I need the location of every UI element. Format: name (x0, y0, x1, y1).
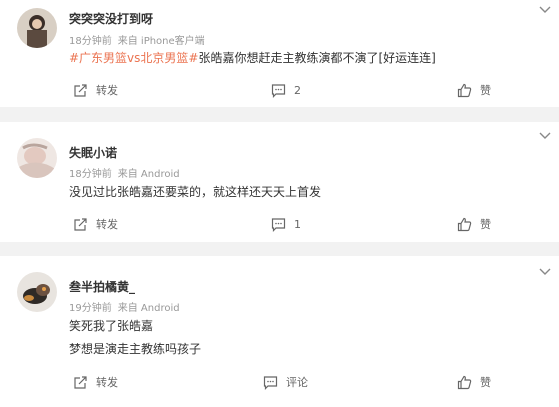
like-button[interactable]: 赞 (456, 80, 491, 100)
comment-card: 失眠小诺 18分钟前 来自 Android 没见过比张皓嘉还要菜的，就这样还天天上… (0, 122, 559, 242)
repost-icon (72, 82, 88, 98)
comment-button[interactable]: 1 (270, 214, 301, 234)
repost-icon (72, 374, 88, 390)
action-bar: 转发 评论 赞 (0, 372, 559, 392)
repost-icon (72, 216, 88, 232)
comment-count: 2 (294, 83, 301, 97)
source: 来自 iPhone客户端 (117, 36, 205, 47)
comment-feed: 突突突没打到呀 18分钟前 来自 iPhone客户端 #广东男篮vs北京男篮#张皓… (0, 0, 559, 407)
comment-card: 突突突没打到呀 18分钟前 来自 iPhone客户端 #广东男篮vs北京男篮#张皓… (0, 0, 559, 107)
like-button[interactable]: 赞 (456, 214, 491, 234)
avatar[interactable] (17, 272, 57, 312)
like-icon (456, 374, 472, 390)
repost-label: 转发 (96, 218, 118, 231)
like-label: 赞 (480, 218, 491, 231)
comment-text-line-2: 梦想是演走主教练吗孩子 (69, 340, 201, 357)
username[interactable]: 突突突没打到呀 (69, 10, 153, 27)
comment-icon (262, 374, 278, 390)
repost-label: 转发 (96, 84, 118, 97)
username[interactable]: 叁半拍橘黄_ (69, 278, 135, 295)
comment-label: 评论 (286, 376, 308, 389)
username[interactable]: 失眠小诺 (69, 144, 117, 161)
comment-icon (270, 82, 286, 98)
repost-button[interactable]: 转发 (72, 372, 118, 392)
like-button[interactable]: 赞 (456, 372, 491, 392)
comment-body: 没见过比张皓嘉还要菜的，就这样还天天上首发 (69, 185, 322, 199)
chevron-down-icon[interactable] (539, 268, 551, 276)
like-icon (456, 82, 472, 98)
comment-body: 笑死我了张皓嘉 (69, 319, 154, 333)
chevron-down-icon[interactable] (539, 132, 551, 140)
timestamp: 18分钟前 (69, 36, 112, 47)
action-bar: 转发 1 赞 (0, 214, 559, 234)
repost-button[interactable]: 转发 (72, 80, 118, 100)
source: 来自 Android (117, 169, 180, 180)
comment-count: 1 (294, 217, 301, 231)
comment-body: 梦想是演走主教练吗孩子 (69, 342, 202, 356)
avatar[interactable] (17, 8, 57, 48)
comment-text-line-1: 笑死我了张皓嘉 (69, 317, 153, 334)
comment-meta: 18分钟前 来自 Android (69, 165, 180, 180)
action-bar: 转发 2 赞 (0, 80, 559, 100)
repost-label: 转发 (96, 376, 118, 389)
like-icon (456, 216, 472, 232)
comment-button[interactable]: 2 (270, 80, 301, 100)
avatar[interactable] (17, 138, 57, 178)
comment-button[interactable]: 评论 (262, 372, 308, 392)
source: 来自 Android (117, 303, 180, 314)
chevron-down-icon[interactable] (539, 6, 551, 14)
like-label: 赞 (480, 84, 491, 97)
comment-meta: 19分钟前 来自 Android (69, 299, 180, 314)
like-label: 赞 (480, 376, 491, 389)
comment-body: 张皓嘉你想赶走主教练演都不演了[好运连连] (198, 51, 436, 65)
topic-link[interactable]: #广东男篮vs北京男篮# (69, 51, 198, 65)
comment-icon (270, 216, 286, 232)
timestamp: 19分钟前 (69, 303, 112, 314)
comment-text: #广东男篮vs北京男篮#张皓嘉你想赶走主教练演都不演了[好运连连] (69, 49, 436, 66)
comment-text: 没见过比张皓嘉还要菜的，就这样还天天上首发 (69, 183, 321, 200)
timestamp: 18分钟前 (69, 169, 112, 180)
comment-meta: 18分钟前 来自 iPhone客户端 (69, 32, 205, 47)
comment-card: 叁半拍橘黄_ 19分钟前 来自 Android 笑死我了张皓嘉 梦想是演走主教练吗… (0, 256, 559, 407)
repost-button[interactable]: 转发 (72, 214, 118, 234)
